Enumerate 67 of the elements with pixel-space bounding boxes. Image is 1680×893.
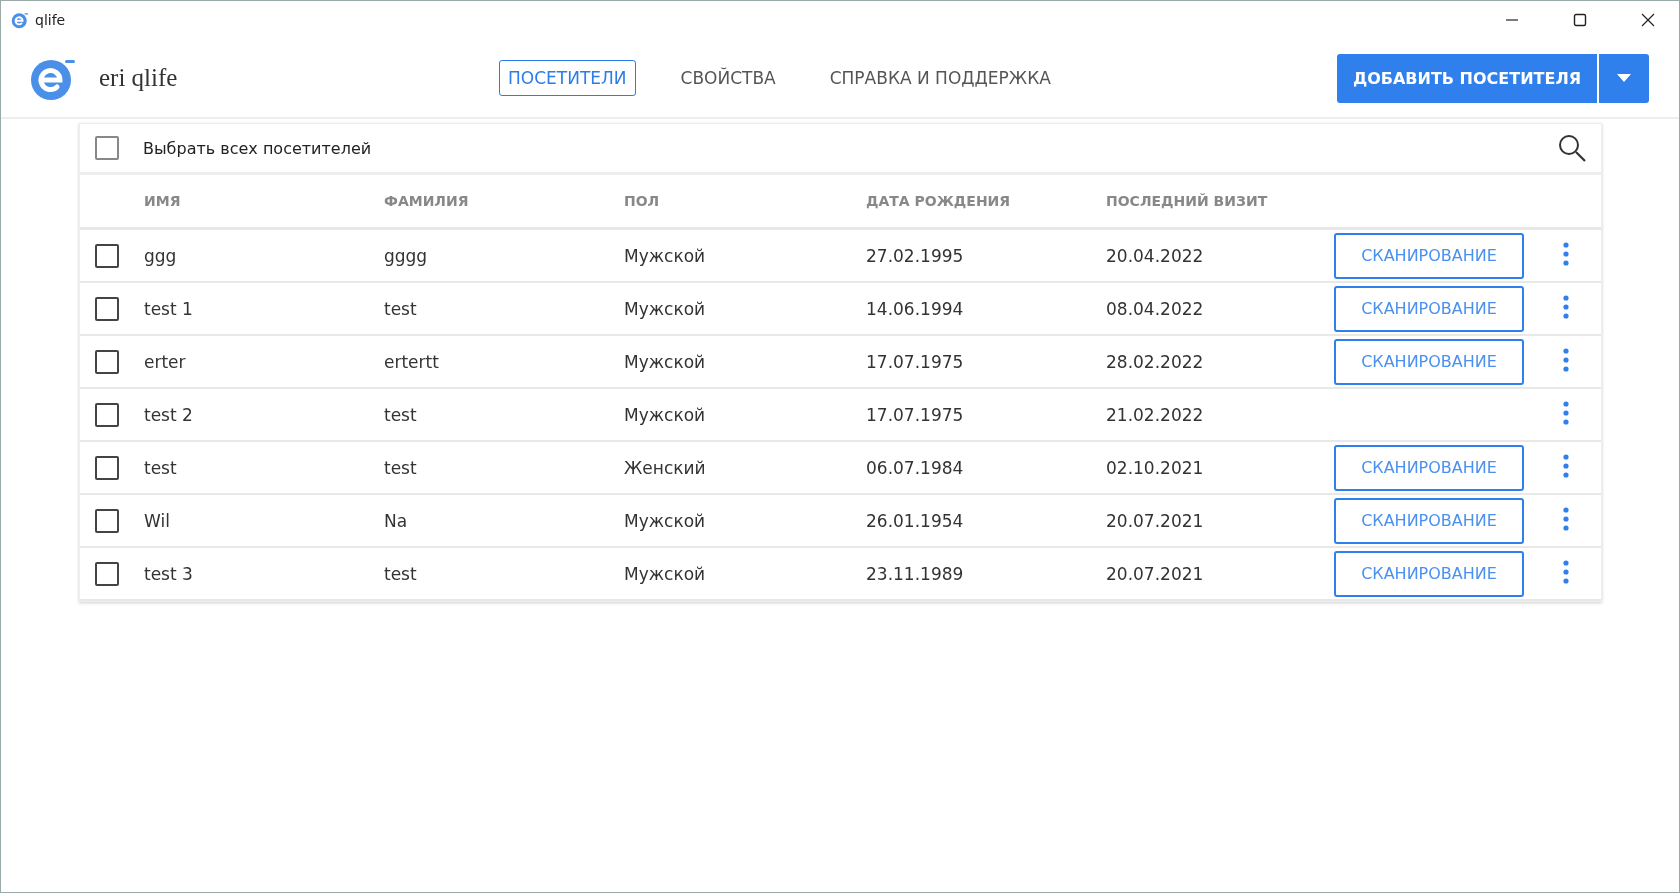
row-checkbox[interactable]	[95, 455, 119, 480]
table-cell-text: 17.07.1975	[866, 351, 965, 372]
nav-tab[interactable]: СВОЙСТВА	[671, 60, 785, 96]
select-all-checkbox[interactable]	[95, 136, 119, 160]
table-cell-text: Мужской	[624, 351, 707, 372]
table-cell-text: gggg	[384, 245, 429, 266]
table-cell-text: 08.04.2022	[1106, 298, 1205, 319]
table-cell-text: 17.07.1975	[866, 404, 965, 425]
scan-button[interactable]: СКАНИРОВАНИЕ	[1334, 285, 1524, 332]
table-cell-text: test 3	[144, 563, 194, 584]
table-cell-text: 14.06.1994	[866, 298, 965, 319]
table-cell-text: Мужской	[624, 245, 707, 266]
table-cell-text: test	[384, 563, 418, 584]
table-cell-text: 20.07.2021	[1106, 563, 1205, 584]
app-logo-icon	[11, 11, 29, 29]
add-visitor-button[interactable]: ДОБАВИТЬ ПОСЕТИТЕЛЯ	[1336, 53, 1597, 103]
row-checkbox[interactable]	[95, 296, 119, 321]
row-checkbox[interactable]	[95, 508, 119, 533]
column-header: ПОСЛЕДНИЙ ВИЗИТ	[1106, 193, 1269, 209]
table-cell-text: 26.01.1954	[866, 510, 965, 531]
column-header: ДАТА РОЖДЕНИЯ	[866, 193, 1012, 209]
table-cell-text: 21.02.2022	[1106, 404, 1205, 425]
scan-button[interactable]: СКАНИРОВАНИЕ	[1334, 497, 1524, 544]
table-cell-text: test	[144, 457, 178, 478]
table-cell-text: ggg	[144, 245, 178, 266]
table-cell-text: Wil	[144, 510, 171, 531]
table-cell-text: test	[384, 298, 418, 319]
column-header: ФАМИЛИЯ	[384, 193, 470, 209]
scan-button[interactable]: СКАНИРОВАНИЕ	[1334, 232, 1524, 279]
table-cell-text: 06.07.1984	[866, 457, 965, 478]
table-cell-text: ertertt	[384, 351, 440, 372]
close-icon	[1641, 13, 1655, 27]
row-checkbox[interactable]	[95, 349, 119, 374]
table-cell-text: 28.02.2022	[1106, 351, 1205, 372]
column-header: ПОЛ	[624, 193, 661, 209]
scan-button[interactable]: СКАНИРОВАНИЕ	[1334, 550, 1524, 597]
table-cell-text: 20.04.2022	[1106, 245, 1205, 266]
caret-down-icon	[1617, 74, 1631, 82]
row-checkbox[interactable]	[95, 243, 119, 268]
column-header: ИМЯ	[144, 193, 182, 209]
table-cell-text: Мужской	[624, 404, 707, 425]
table-cell-text: 02.10.2021	[1106, 457, 1205, 478]
table-cell-text: test 1	[144, 298, 194, 319]
table-cell-text: test	[384, 404, 418, 425]
row-checkbox[interactable]	[95, 402, 119, 427]
maximize-icon	[1573, 13, 1587, 27]
table-cell-text: Мужской	[624, 298, 707, 319]
table-cell-text: 20.07.2021	[1106, 510, 1205, 531]
select-all-label: Выбрать всех посетителей	[143, 138, 373, 158]
table-cell-text: test	[384, 457, 418, 478]
table-cell-text: 27.02.1995	[866, 245, 965, 266]
window-title: qlife	[35, 12, 67, 28]
table-cell-text: test 2	[144, 404, 194, 425]
table-cell-text: Женский	[624, 457, 707, 478]
scan-button[interactable]: СКАНИРОВАНИЕ	[1334, 338, 1524, 385]
table-cell-text: Мужской	[624, 510, 707, 531]
scan-button[interactable]: СКАНИРОВАНИЕ	[1334, 444, 1524, 491]
nav-tab[interactable]: СПРАВКА И ПОДДЕРЖКА	[820, 60, 1060, 96]
row-checkbox[interactable]	[95, 561, 119, 586]
nav-tab[interactable]: ПОСЕТИТЕЛИ	[499, 60, 636, 96]
search-icon[interactable]	[1557, 133, 1587, 163]
table-cell-text: 23.11.1989	[866, 563, 965, 584]
table-cell-text: Мужской	[624, 563, 707, 584]
table-cell-text: Na	[384, 510, 409, 531]
table-cell-text: erter	[144, 351, 187, 372]
dropdown-button[interactable]	[1599, 53, 1649, 103]
app-name: eri qlife	[99, 64, 178, 92]
